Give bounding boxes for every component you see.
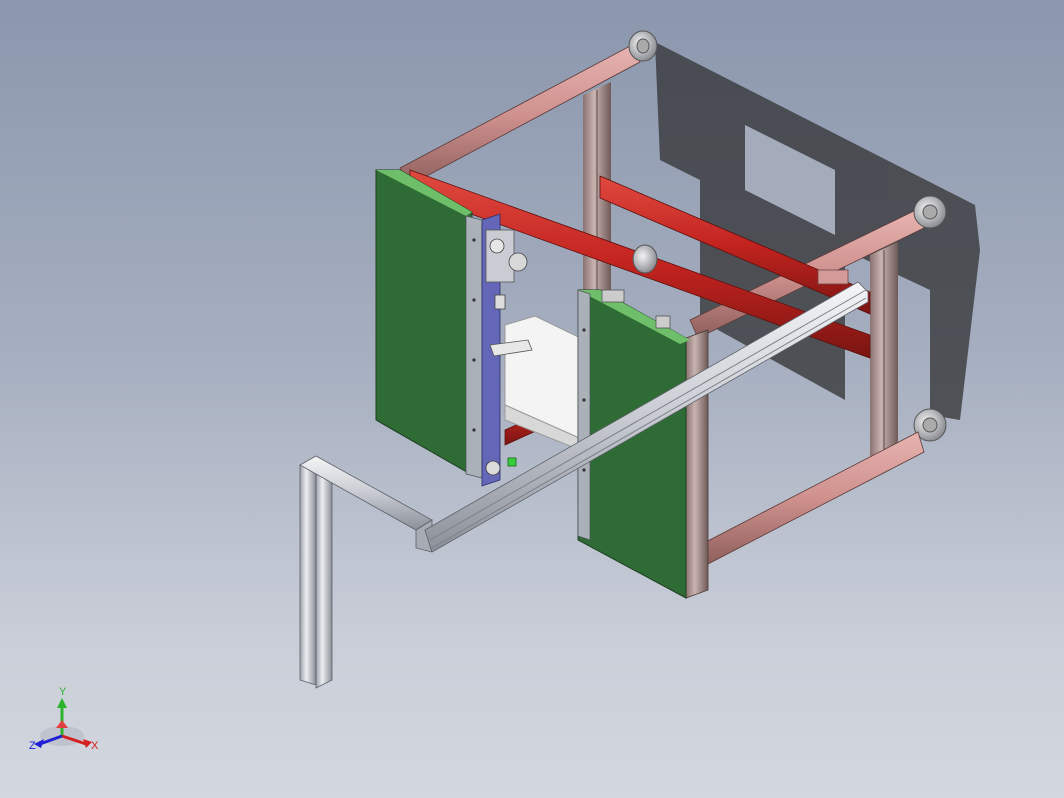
- triad-x-label: X: [91, 740, 99, 752]
- left-green-panel: [375, 169, 483, 479]
- triad-y-label: Y: [59, 686, 67, 698]
- y-axis-arrow: [57, 698, 67, 708]
- graphics-viewport[interactable]: Y X Z: [0, 0, 1064, 798]
- linear-rail: [481, 213, 533, 487]
- triad-z-label: Z: [29, 740, 36, 752]
- assembly-model[interactable]: [0, 0, 1064, 798]
- frame-bottom-beam: [699, 431, 925, 566]
